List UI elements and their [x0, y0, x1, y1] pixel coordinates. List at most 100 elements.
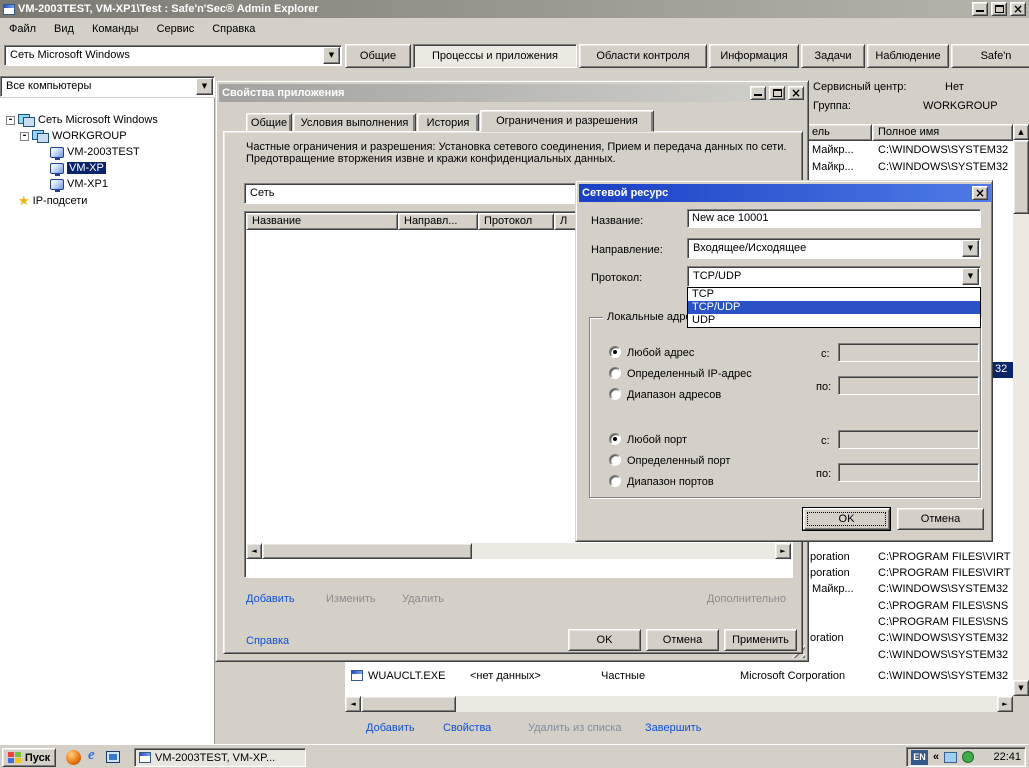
- tree-item-workgroup[interactable]: WORKGROUP: [20, 128, 127, 144]
- close-button[interactable]: [1010, 2, 1026, 16]
- protocol-combobox[interactable]: TCP/UDP: [687, 266, 981, 287]
- radio-specific-ip[interactable]: [609, 367, 621, 379]
- vertical-scroll-thumb[interactable]: [1013, 140, 1029, 214]
- list-cell-vendor[interactable]: Майкр...: [812, 161, 874, 173]
- media-player-icon[interactable]: [66, 750, 81, 765]
- remove-from-list-link[interactable]: Удалить из списка: [528, 722, 622, 734]
- name-field[interactable]: New ace 10001: [687, 209, 981, 228]
- radio-specific-port[interactable]: [609, 454, 621, 466]
- menu-file[interactable]: Файл: [0, 19, 45, 40]
- list-cell-path[interactable]: C:\PROGRAM FILES\SNS: [878, 600, 1012, 612]
- scroll-left-button[interactable]: [345, 696, 361, 712]
- column-header-fullname[interactable]: Полное имя: [872, 124, 1013, 141]
- column-header-protocol[interactable]: Протокол: [478, 213, 554, 230]
- radio-label[interactable]: Любой порт: [627, 434, 687, 446]
- tree-item-ip-subnets[interactable]: IP-подсети: [18, 193, 87, 209]
- tree-item-network[interactable]: Сеть Microsoft Windows: [6, 112, 158, 128]
- main-window-titlebar[interactable]: VM-2003TEST, VM-XP1\Test : Safe'n'Sec® A…: [0, 0, 1029, 18]
- network-dialog-titlebar[interactable]: Сетевой ресурс: [579, 184, 991, 202]
- menu-service[interactable]: Сервис: [148, 19, 204, 40]
- properties-dialog-titlebar[interactable]: Свойства приложения: [219, 84, 807, 102]
- scope-combobox-arrow[interactable]: [323, 47, 340, 64]
- show-desktop-icon[interactable]: [106, 751, 120, 763]
- cancel-button[interactable]: Отмена: [646, 629, 719, 651]
- list-cell-path[interactable]: C:\WINDOWS\SYSTEM32: [878, 583, 1012, 595]
- menu-help[interactable]: Справка: [203, 19, 264, 40]
- help-link[interactable]: Справка: [246, 635, 289, 647]
- direction-combobox[interactable]: Входящее/Исходящее: [687, 238, 981, 259]
- internet-explorer-icon[interactable]: [88, 747, 95, 764]
- ok-button[interactable]: OK: [568, 629, 641, 651]
- computers-combobox[interactable]: Все компьютеры: [0, 76, 215, 97]
- radio-port-range[interactable]: [609, 475, 621, 487]
- scroll-right-button[interactable]: [997, 696, 1013, 712]
- dialog-minimize-button[interactable]: [750, 86, 766, 100]
- list-cell-vendor[interactable]: poration: [810, 551, 874, 563]
- apply-button[interactable]: Применить: [724, 629, 797, 651]
- process-row-wuauclt[interactable]: WUAUCLT.EXE <нет данных> Частные Microso…: [345, 668, 1013, 685]
- list-cell-path[interactable]: C:\PROGRAM FILES\VIRT: [878, 567, 1012, 579]
- scroll-up-button[interactable]: [1013, 124, 1029, 140]
- minimize-button[interactable]: [972, 2, 988, 16]
- scope-combobox[interactable]: Сеть Microsoft Windows: [4, 45, 342, 66]
- dropdown-option-udp[interactable]: UDP: [688, 314, 980, 327]
- dialog-close-button[interactable]: [972, 186, 988, 200]
- tab-monitoring[interactable]: Наблюдение: [867, 44, 949, 68]
- column-header-direction[interactable]: Направл...: [398, 213, 478, 230]
- radio-any-address[interactable]: [609, 346, 621, 358]
- list-cell-path[interactable]: C:\WINDOWS\SYSTEM32: [878, 144, 1012, 156]
- radio-label[interactable]: Определенный IP-адрес: [627, 368, 752, 380]
- radio-any-port[interactable]: [609, 433, 621, 445]
- menu-view[interactable]: Вид: [45, 19, 83, 40]
- tree-item-vm-2003test[interactable]: VM-2003TEST: [50, 144, 140, 160]
- tab-processes-applications[interactable]: Процессы и приложения: [413, 44, 577, 68]
- dialog-close-button[interactable]: [788, 86, 804, 100]
- radio-label[interactable]: Определенный порт: [627, 455, 730, 467]
- list-cell-path[interactable]: C:\PROGRAM FILES\SNS: [878, 616, 1012, 628]
- collapse-icon[interactable]: [6, 116, 15, 125]
- ok-button[interactable]: OK: [803, 508, 890, 530]
- dropdown-option-tcp[interactable]: TCP: [688, 288, 980, 301]
- tab-safensec[interactable]: Safe'n: [951, 44, 1029, 68]
- dialog-tab-restrictions[interactable]: Ограничения и разрешения: [480, 110, 654, 132]
- computers-combobox-arrow[interactable]: [196, 78, 213, 95]
- selected-row-fragment[interactable]: 32: [993, 362, 1013, 378]
- list-cell-path[interactable]: C:\WINDOWS\SYSTEM32: [878, 649, 1012, 661]
- list-cell-path[interactable]: C:\WINDOWS\SYSTEM32: [878, 632, 1012, 644]
- column-header-vendor[interactable]: ель: [806, 124, 872, 141]
- start-button[interactable]: Пуск: [2, 748, 56, 767]
- taskbar-task-button[interactable]: VM-2003TEST, VM-XP...: [134, 748, 306, 767]
- address-to-field[interactable]: [838, 376, 979, 395]
- dropdown-option-tcpudp-selected[interactable]: TCP/UDP: [688, 301, 980, 314]
- tray-chevron[interactable]: «: [933, 751, 939, 763]
- rule-advanced-link[interactable]: Дополнительно: [656, 593, 786, 605]
- cancel-button[interactable]: Отмена: [897, 508, 984, 530]
- rule-edit-link[interactable]: Изменить: [326, 593, 376, 605]
- list-cell-path[interactable]: C:\WINDOWS\SYSTEM32: [878, 161, 1012, 173]
- rules-list-hscrollbar[interactable]: [246, 543, 791, 559]
- dialog-tab-conditions[interactable]: Условия выполнения: [293, 113, 416, 132]
- list-cell-vendor[interactable]: Майкр...: [812, 144, 874, 156]
- column-header-name[interactable]: Название: [246, 213, 398, 230]
- scroll-right-button[interactable]: [775, 543, 791, 559]
- address-from-field[interactable]: [838, 343, 979, 362]
- language-indicator[interactable]: EN: [911, 750, 928, 765]
- direction-combobox-arrow[interactable]: [962, 240, 979, 257]
- tab-control-areas[interactable]: Области контроля: [579, 44, 707, 68]
- horizontal-scroll-thumb[interactable]: [361, 696, 456, 712]
- scroll-down-button[interactable]: [1013, 680, 1029, 696]
- list-cell-vendor[interactable]: Майкр...: [812, 583, 874, 595]
- tree-item-vm-xp[interactable]: VM-XP: [50, 160, 106, 176]
- list-cell-path[interactable]: C:\PROGRAM FILES\VIRT: [878, 551, 1012, 563]
- radio-label[interactable]: Диапазон портов: [627, 476, 714, 488]
- dialog-tab-general[interactable]: Общие: [246, 113, 292, 132]
- radio-label[interactable]: Диапазон адресов: [627, 389, 721, 401]
- rule-add-link[interactable]: Добавить: [246, 593, 295, 605]
- scroll-left-button[interactable]: [246, 543, 262, 559]
- menu-commands[interactable]: Команды: [83, 19, 148, 40]
- security-tray-icon[interactable]: [962, 751, 974, 763]
- list-cell-vendor[interactable]: poration: [810, 567, 874, 579]
- dialog-maximize-button[interactable]: [769, 86, 785, 100]
- scroll-thumb[interactable]: [262, 543, 472, 559]
- rule-delete-link[interactable]: Удалить: [402, 593, 444, 605]
